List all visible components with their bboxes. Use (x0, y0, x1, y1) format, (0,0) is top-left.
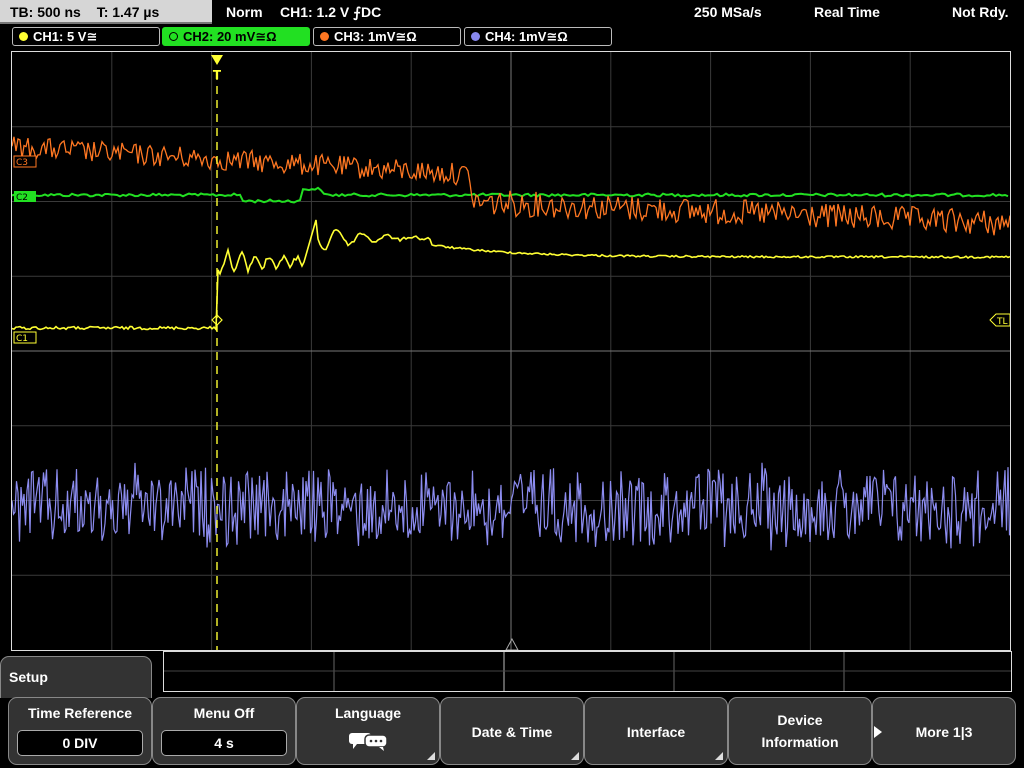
more-button[interactable]: More 1|3 (872, 697, 1016, 765)
ch3-color-icon (320, 32, 329, 41)
language-button[interactable]: Language (296, 697, 440, 765)
device-information-line1: Device (777, 712, 823, 728)
menu-title-tab: Setup (0, 656, 152, 698)
ch4-color-icon (471, 32, 480, 41)
channel-tabs: CH1: 5 V≅ CH2: 20 mV≅Ω CH3: 1mV≅Ω CH4: 1… (0, 27, 1024, 49)
menu-off-button[interactable]: Menu Off 4 s (152, 697, 296, 765)
c2-marker-label: C2 (16, 193, 28, 203)
device-information-button[interactable]: Device Information (728, 697, 872, 765)
trigger-mode: Norm (226, 4, 263, 20)
arrow-right-icon (874, 726, 882, 738)
time-reference-value[interactable]: 0 DIV (17, 730, 143, 756)
c3-marker-label: C3 (16, 158, 28, 168)
channel-tab-label: CH1: 5 V≅ (33, 29, 98, 44)
info-strip-grid (164, 652, 1011, 691)
c1-marker-label: C1 (16, 334, 28, 344)
waveform-display[interactable]: T C3 C2 C1 TL (11, 51, 1011, 651)
channel-tab-ch2[interactable]: CH2: 20 mV≅Ω (162, 27, 310, 46)
menu-off-value[interactable]: 4 s (161, 730, 287, 756)
channel-tab-ch3[interactable]: CH3: 1mV≅Ω (313, 27, 461, 46)
language-label: Language (334, 705, 402, 721)
channel-tab-label: CH3: 1mV≅Ω (334, 29, 417, 44)
status-bar: TB: 500 ns T: 1.47 µs Norm CH1: 1.2 V ⨍D… (0, 0, 1024, 26)
channel-tab-ch1[interactable]: CH1: 5 V≅ (12, 27, 160, 46)
ch2-color-icon (169, 32, 178, 41)
acquisition-mode: Real Time (814, 4, 880, 20)
device-information-line2: Information (761, 734, 839, 750)
trigger-info: CH1: 1.2 V ⨍DC (280, 4, 382, 20)
interface-button[interactable]: Interface (584, 697, 728, 765)
menu-title: Setup (9, 669, 48, 685)
more-label: More 1|3 (915, 724, 973, 740)
submenu-corner-icon (571, 752, 579, 760)
graticule (12, 52, 1010, 650)
channel-tab-label: CH4: 1mV≅Ω (485, 29, 568, 44)
info-strip (163, 651, 1012, 692)
ch1-color-icon (19, 32, 28, 41)
date-time-button[interactable]: Date & Time (440, 697, 584, 765)
submenu-corner-icon (715, 752, 723, 760)
submenu-corner-icon (427, 752, 435, 760)
channel-tab-ch4[interactable]: CH4: 1mV≅Ω (464, 27, 612, 46)
tl-marker-label: TL (996, 317, 1008, 327)
trigger-time-value: T: 1.47 µs (96, 4, 160, 20)
sample-rate: 250 MSa/s (694, 4, 762, 20)
date-time-label: Date & Time (471, 724, 553, 740)
timebase-value: TB: 500 ns (10, 4, 81, 20)
trigger-position-icon[interactable] (211, 55, 223, 65)
speech-bubbles-icon (349, 733, 388, 751)
timebase-box[interactable]: TB: 500 ns T: 1.47 µs (0, 0, 212, 24)
waveform-canvas: T C3 C2 C1 TL (12, 52, 1010, 650)
time-reference-label: Time Reference (27, 705, 132, 721)
interface-label: Interface (626, 724, 686, 740)
channel-tab-label: CH2: 20 mV≅Ω (183, 29, 277, 44)
horizontal-position-icon (505, 637, 519, 650)
menu-off-label: Menu Off (193, 705, 255, 721)
time-reference-button[interactable]: Time Reference 0 DIV (8, 697, 152, 765)
trigger-marker-label: T (213, 68, 222, 82)
acquisition-state: Not Rdy. (952, 4, 1009, 20)
